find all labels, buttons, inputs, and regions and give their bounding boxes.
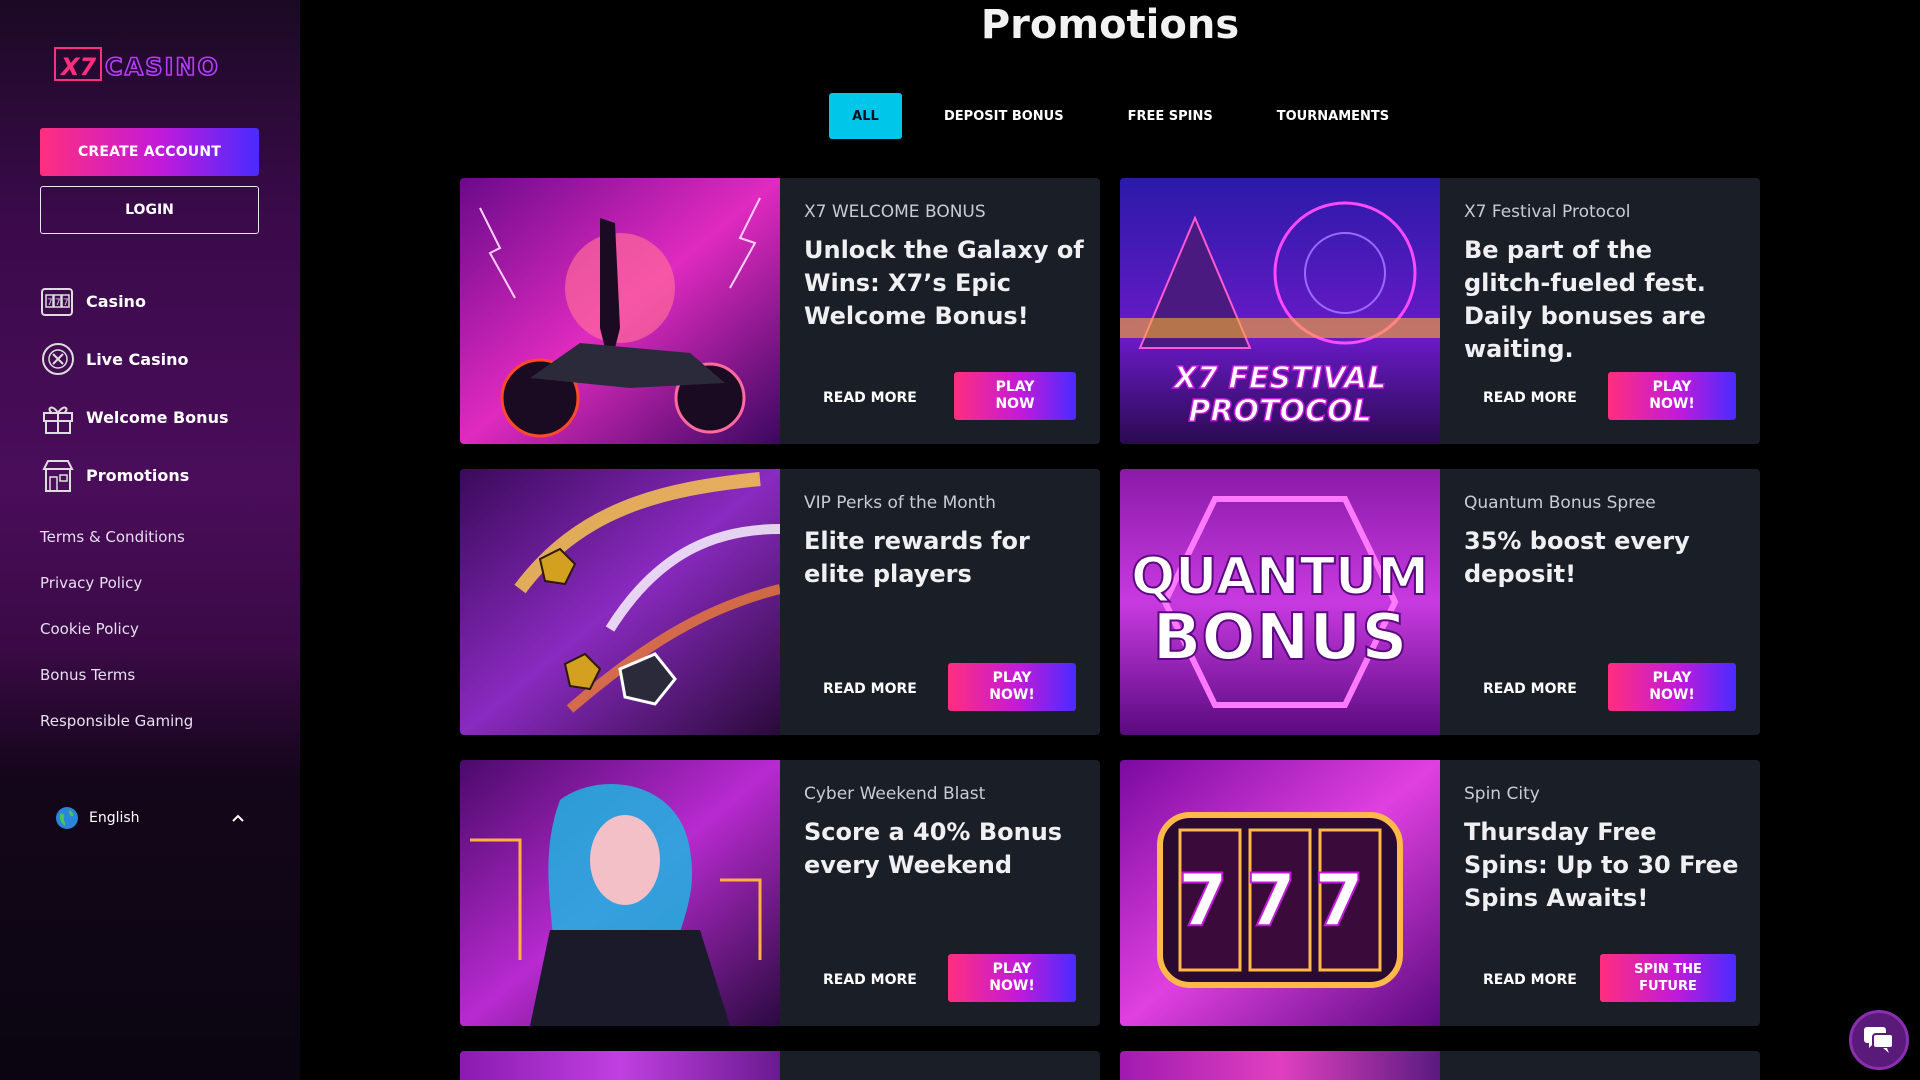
spin-image-text: 777 [1178, 858, 1382, 942]
footer-links: Terms & Conditions Privacy Policy Cookie… [40, 514, 280, 744]
promo-headline: Score a 40% Bonus every Weekend [804, 818, 1063, 879]
promo-image-festival[interactable]: X7 FESTIVAL PROTOCOL [1120, 178, 1440, 444]
quantum-image-text-2: BONUS [1153, 601, 1408, 675]
link-terms[interactable]: Terms & Conditions [40, 514, 280, 560]
chevron-up-icon [232, 814, 244, 822]
spin-the-future-button[interactable]: SPIN THE FUTURE [1600, 954, 1736, 1002]
promo-card: 777 Spin City Thursday Free Spins: Up to… [1120, 760, 1760, 1026]
nav-label: Casino [86, 291, 146, 311]
promo-headline: Unlock the Galaxy of Wins: X7’s Epic Wel… [804, 236, 1084, 330]
promo-headline: Be part of the glitch-fueled fest. Daily… [1464, 236, 1706, 363]
nav-label: Promotions [86, 465, 190, 485]
promo-image-welcome[interactable] [460, 178, 780, 444]
play-now-button[interactable]: PLAY NOW [954, 372, 1076, 420]
play-now-button[interactable]: PLAY NOW! [1608, 663, 1736, 711]
create-account-button[interactable]: CREATE ACCOUNT [40, 128, 259, 176]
read-more-link[interactable]: READ MORE [823, 972, 917, 988]
svg-text:7: 7 [63, 298, 69, 308]
promo-headline: Thursday Free Spins: Up to 30 Free Spins… [1464, 818, 1739, 912]
promo-image-cyber-weekend[interactable] [460, 760, 780, 1026]
promo-headline: Elite rewards for elite players [804, 527, 1030, 588]
tab-free-spins[interactable]: FREE SPINS [1106, 93, 1235, 139]
play-now-button[interactable]: PLAY NOW! [948, 663, 1076, 711]
sidebar: X7 CASINO CREATE ACCOUNT LOGIN 777 Casin… [0, 0, 300, 1080]
globe-icon [56, 807, 78, 829]
tab-tournaments[interactable]: TOURNAMENTS [1255, 93, 1411, 139]
language-label: English [89, 810, 140, 826]
promo-image-spin-city[interactable]: 777 [1120, 760, 1440, 1026]
chat-bubble-icon [1864, 1027, 1894, 1053]
nav-item-welcome-bonus[interactable]: Welcome Bonus [40, 388, 280, 446]
nav-label: Live Casino [86, 349, 189, 369]
promo-kicker: Cyber Weekend Blast [804, 784, 986, 804]
svg-text:CASINO: CASINO [105, 53, 220, 81]
shop-icon [40, 457, 76, 493]
promo-kicker: Quantum Bonus Spree [1464, 493, 1656, 513]
promo-image-partial[interactable] [1120, 1051, 1440, 1080]
read-more-link[interactable]: READ MORE [823, 681, 917, 697]
read-more-link[interactable]: READ MORE [1483, 972, 1577, 988]
link-responsible-gaming[interactable]: Responsible Gaming [40, 698, 280, 744]
nav-item-promotions[interactable]: Promotions [40, 446, 280, 504]
promo-kicker: VIP Perks of the Month [804, 493, 996, 513]
festival-image-text-1: X7 FESTIVAL [1172, 361, 1386, 396]
promo-kicker: X7 WELCOME BONUS [804, 202, 986, 222]
promo-card: X7 WELCOME BONUS Unlock the Galaxy of Wi… [460, 178, 1100, 444]
nav-item-live-casino[interactable]: Live Casino [40, 330, 280, 388]
gift-icon [40, 399, 76, 435]
promo-card: VIP Perks of the Month Elite rewards for… [460, 469, 1100, 735]
logo-icon: X7 CASINO [54, 47, 220, 82]
roulette-chip-icon [40, 341, 76, 377]
nav-label: Welcome Bonus [86, 407, 229, 427]
logo[interactable]: X7 CASINO [53, 44, 248, 84]
play-now-button[interactable]: PLAY NOW! [948, 954, 1076, 1002]
link-bonus-terms[interactable]: Bonus Terms [40, 652, 280, 698]
promo-tabs: ALL DEPOSIT BONUS FREE SPINS TOURNAMENTS [829, 93, 1431, 139]
language-selector[interactable]: English [55, 806, 245, 830]
chat-button[interactable] [1849, 1010, 1909, 1070]
play-now-button[interactable]: PLAY NOW! [1608, 372, 1736, 420]
promo-card: Cyber Weekend Blast Score a 40% Bonus ev… [460, 760, 1100, 1026]
svg-text:7: 7 [47, 298, 53, 308]
promo-card-partial [460, 1051, 1100, 1080]
login-button[interactable]: LOGIN [40, 186, 259, 234]
quantum-image-text-1: QUANTUM [1131, 547, 1429, 607]
slot-machine-icon: 777 [40, 283, 76, 319]
main-nav: 777 Casino Live Casino Welcome Bonus Pro… [40, 272, 280, 504]
promo-image-vip[interactable] [460, 469, 780, 735]
promo-image-partial[interactable] [460, 1051, 780, 1080]
nav-item-casino[interactable]: 777 Casino [40, 272, 280, 330]
promo-card-partial [1120, 1051, 1760, 1080]
svg-text:X7: X7 [59, 53, 97, 81]
tab-deposit-bonus[interactable]: DEPOSIT BONUS [922, 93, 1086, 139]
promo-card: QUANTUM BONUS Quantum Bonus Spree 35% bo… [1120, 469, 1760, 735]
read-more-link[interactable]: READ MORE [1483, 681, 1577, 697]
tab-all[interactable]: ALL [829, 93, 902, 139]
read-more-link[interactable]: READ MORE [823, 390, 917, 406]
promo-headline: 35% boost every deposit! [1464, 527, 1690, 588]
svg-text:7: 7 [55, 298, 61, 308]
promo-card: X7 FESTIVAL PROTOCOL X7 Festival Protoco… [1120, 178, 1760, 444]
link-cookie[interactable]: Cookie Policy [40, 606, 280, 652]
link-privacy[interactable]: Privacy Policy [40, 560, 280, 606]
promo-kicker: Spin City [1464, 784, 1540, 804]
promo-kicker: X7 Festival Protocol [1464, 202, 1631, 222]
read-more-link[interactable]: READ MORE [1483, 390, 1577, 406]
page-title: Promotions [980, 2, 1240, 48]
festival-image-text-2: PROTOCOL [1188, 394, 1371, 429]
promo-image-quantum[interactable]: QUANTUM BONUS [1120, 469, 1440, 735]
